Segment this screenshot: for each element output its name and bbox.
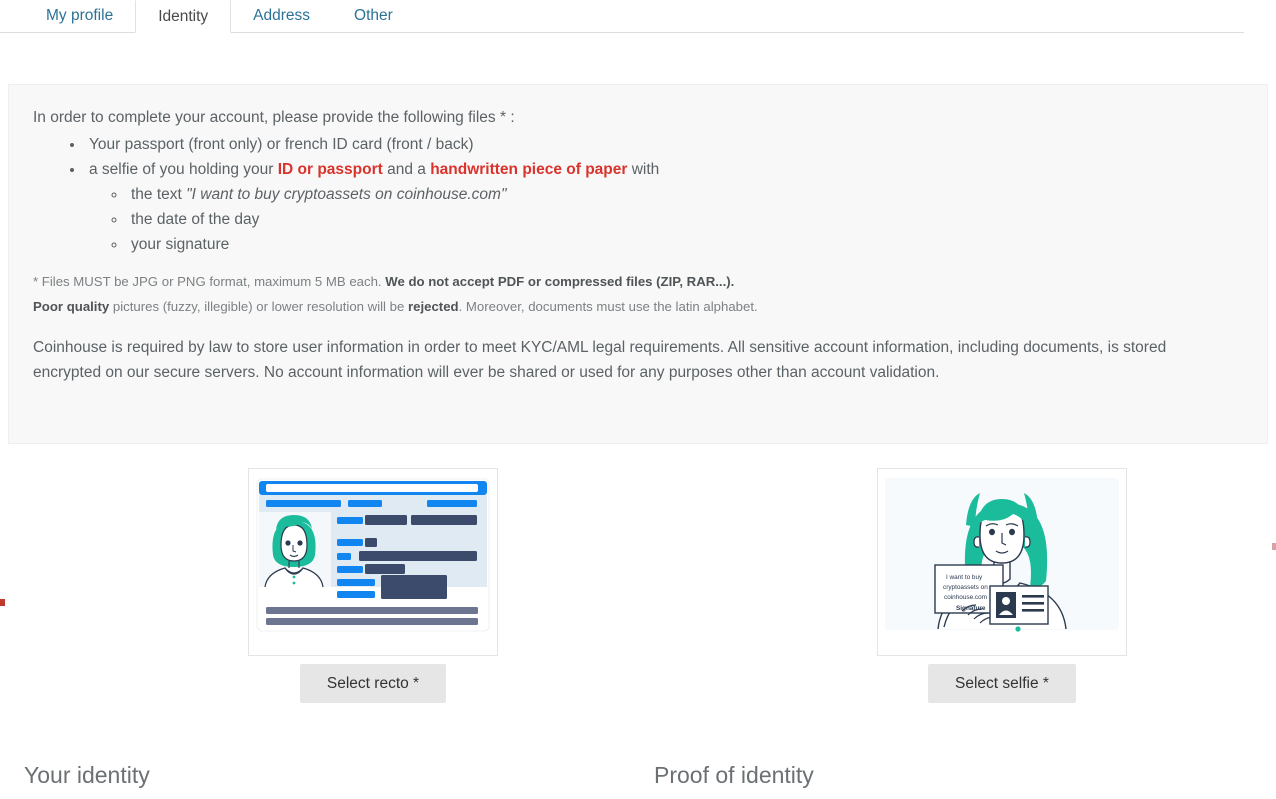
recto-upload-column: Select recto * [248,468,498,703]
proof-of-identity-heading: Proof of identity [654,762,814,788]
selfie-text-pre: a selfie of you holding your [89,161,278,178]
quality-note-bold-2: rejected [408,299,459,314]
tab-identity-label: Identity [158,8,209,25]
selfie-text-mid: and a [382,161,431,178]
text-requirement-label: the text [131,186,187,203]
paper-line-1: I want to buy [946,574,983,581]
list-item-date-requirement: the date of the day [127,207,1239,232]
section-headings: Your identity Proof of identity [0,760,1276,799]
list-item-passport: Your passport (front only) or french ID … [85,132,1239,157]
paper-line-2: cryptoassets on [943,584,988,591]
upload-section: Select recto * I want to buy cryptoasset… [0,468,1276,718]
right-edge-marker [1272,543,1276,550]
tab-address[interactable]: Address [231,0,332,32]
tab-other[interactable]: Other [332,0,415,32]
paper-line-3: coinhouse.com [944,594,987,601]
file-format-note-bold: We do not accept PDF or compressed files… [385,274,735,289]
selfie-text-paper-highlight: handwritten piece of paper [430,161,628,178]
file-format-note-normal: * Files MUST be JPG or PNG format, maxim… [33,274,386,289]
selfie-requirements-list: the text "I want to buy cryptoassets on … [89,182,1239,257]
list-item-text-requirement: the text "I want to buy cryptoassets on … [127,182,1239,207]
quality-note: Poor quality pictures (fuzzy, illegible)… [33,294,1239,319]
quality-note-mid: pictures (fuzzy, illegible) or lower res… [109,299,408,314]
your-identity-heading: Your identity [24,762,150,788]
identity-verification-page: My profile Identity Address Other In ord… [0,0,1276,799]
selfie-with-id-illustration: I want to buy cryptoassets on coinhouse.… [877,468,1127,656]
select-recto-button[interactable]: Select recto * [299,664,447,703]
left-edge-marker [0,599,5,606]
tab-my-profile-label: My profile [46,7,114,24]
profile-tabs: My profile Identity Address Other [0,0,1244,33]
id-card-illustration [248,468,498,656]
quality-note-tail: . Moreover, documents must use the latin… [458,299,758,314]
tab-address-label: Address [253,7,311,24]
required-files-list: Your passport (front only) or french ID … [33,132,1239,257]
list-item-selfie: a selfie of you holding your ID or passp… [85,157,1239,257]
selfie-upload-column: I want to buy cryptoassets on coinhouse.… [877,468,1127,703]
date-requirement-label: the date of the day [131,211,260,228]
tab-other-label: Other [354,7,393,24]
text-requirement-quote: "I want to buy cryptoassets on coinhouse… [186,186,507,203]
select-selfie-button[interactable]: Select selfie * [928,664,1076,703]
instructions-lead: In order to complete your account, pleas… [33,109,515,126]
file-format-note: * Files MUST be JPG or PNG format, maxim… [33,269,1239,294]
selfie-text-id-highlight: ID or passport [277,161,383,178]
tab-identity[interactable]: Identity [135,0,232,33]
list-item-signature-requirement: your signature [127,232,1239,257]
selfie-text-post: with [627,161,660,178]
instructions-panel: In order to complete your account, pleas… [8,84,1268,444]
list-item-passport-label: Your passport (front only) or french ID … [89,136,474,153]
quality-note-bold-1: Poor quality [33,299,110,314]
kyc-aml-paragraph: Coinhouse is required by law to store us… [33,339,1167,381]
tab-my-profile[interactable]: My profile [24,0,135,32]
signature-requirement-label: your signature [131,236,230,253]
